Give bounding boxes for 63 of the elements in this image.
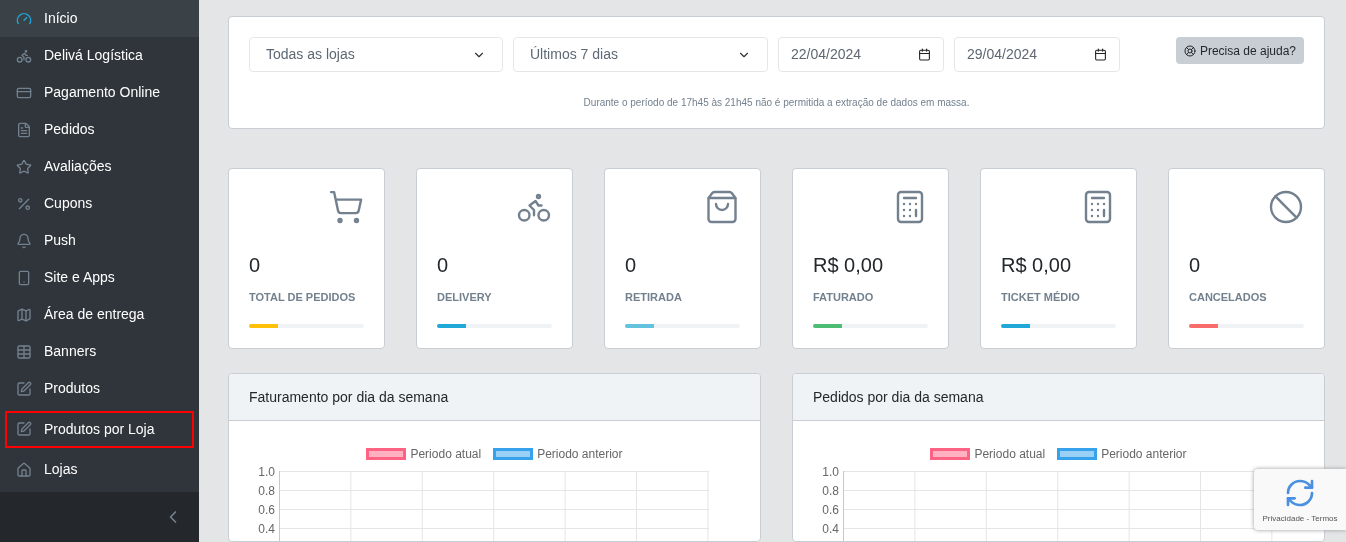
ban-icon	[1268, 189, 1304, 225]
star-icon	[16, 158, 32, 175]
stat-label: DELIVERY	[437, 290, 493, 305]
calendar-icon	[918, 48, 931, 61]
grid-icon	[16, 343, 32, 360]
phone-icon	[16, 269, 32, 286]
help-button[interactable]: Precisa de ajuda?	[1175, 37, 1304, 64]
nav-item[interactable]: Produtos por Loja	[5, 410, 194, 448]
stat-value: 0	[1189, 253, 1202, 278]
store-select[interactable]: Todas as lojas	[249, 37, 503, 72]
gauge-icon	[16, 10, 32, 27]
axis-tick: 0.6	[258, 502, 275, 517]
stat-label: RETIRADA	[625, 290, 683, 305]
notice-text: Durante o período de 17h45 às 21h45 não é permitida a extração de dados em massa.	[582, 96, 971, 110]
stat-label: TOTAL DE PEDIDOS	[249, 290, 357, 305]
edit-icon	[16, 421, 32, 437]
nav-item[interactable]: Pagamento Online	[0, 74, 199, 111]
recaptcha-links: Privacidade - Termos	[1262, 513, 1338, 525]
chart-title: Pedidos por dia da semana	[813, 387, 984, 407]
axis-tick: 0.4	[258, 521, 275, 536]
percent-icon	[16, 195, 32, 212]
chart-title: Faturamento por dia da semana	[249, 387, 449, 407]
nav-item[interactable]: Banners	[0, 333, 199, 370]
period-select[interactable]: Últimos 7 dias	[513, 37, 768, 72]
cart-icon	[328, 189, 364, 225]
stat-value: R$ 0,00	[813, 253, 885, 278]
stat-label: CANCELADOS	[1189, 290, 1268, 305]
legend-label: Periodo atual	[410, 446, 482, 463]
axis-tick: 0.8	[258, 483, 275, 498]
nav-item[interactable]: Lojas	[0, 451, 199, 488]
lifebuoy-icon	[1183, 44, 1196, 57]
nav-item[interactable]: Cupons	[0, 185, 199, 222]
bell-icon	[16, 232, 32, 249]
nav-item[interactable]: Área de entrega	[0, 296, 199, 333]
legend-label: Periodo atual	[974, 446, 1046, 463]
nav-item[interactable]: Pedidos	[0, 111, 199, 148]
legend-label: Periodo anterior	[1101, 446, 1187, 463]
nav-item[interactable]: Delivá Logística	[0, 37, 199, 74]
map-icon	[16, 306, 32, 323]
stat-label: FATURADO	[813, 290, 875, 305]
date-field[interactable]: 22/04/2024	[778, 37, 944, 72]
stat-label: TICKET MÉDIO	[1001, 290, 1081, 305]
calendar-icon	[1094, 48, 1107, 61]
nav-item[interactable]: Site e Apps	[0, 259, 199, 296]
nav-item[interactable]: Produtos	[0, 370, 199, 407]
stat-value: 0	[249, 253, 262, 278]
bag-icon	[704, 189, 740, 225]
stat-value: 0	[625, 253, 638, 278]
stat-value: R$ 0,00	[1001, 253, 1073, 278]
axis-tick: 0.6	[822, 502, 839, 517]
date-field[interactable]: 29/04/2024	[954, 37, 1120, 72]
nav-item[interactable]: Push	[0, 222, 199, 259]
nav-item[interactable]: Início	[0, 0, 199, 37]
axis-tick: 1.0	[822, 464, 839, 479]
axis-tick: 0.4	[822, 521, 839, 536]
legend-label: Periodo anterior	[537, 446, 623, 463]
home-icon	[16, 461, 32, 478]
edit-icon	[16, 380, 32, 397]
document-icon	[16, 121, 32, 138]
axis-tick: 1.0	[258, 464, 275, 479]
nav-item[interactable]: Avaliações	[0, 148, 199, 185]
stat-value: 0	[437, 253, 450, 278]
axis-tick: 0.8	[822, 483, 839, 498]
